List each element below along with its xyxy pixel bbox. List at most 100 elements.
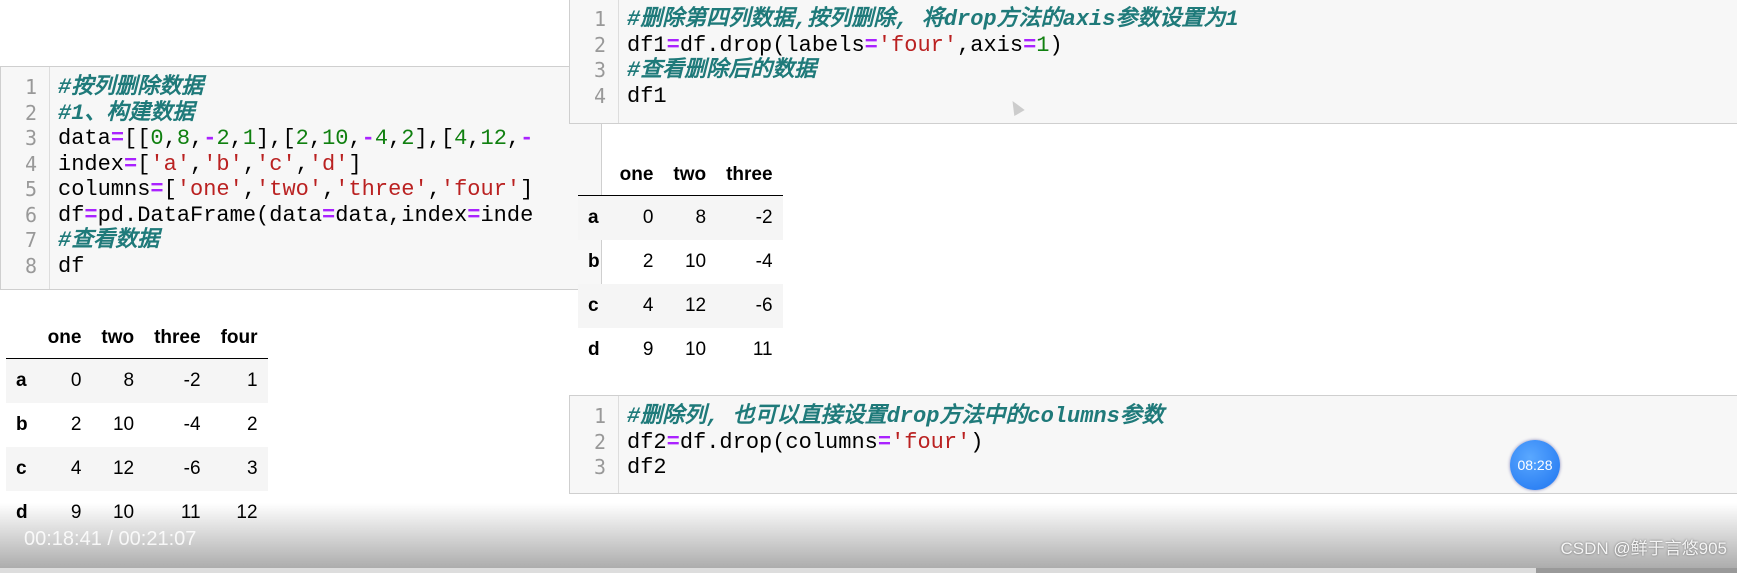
code-token: , [163, 126, 177, 151]
code-editor[interactable]: #删除第四列数据,按列删除, 将drop方法的axis参数设置为1 df1 =df.… [619, 0, 1737, 123]
code-cell-drop-columns[interactable]: 1 2 3 #删除列, 也可以直接设置drop方法中的columns参数 df2=df.… [569, 395, 1737, 494]
row-index: d [588, 339, 600, 360]
table-row: a 0 8 -2 [578, 195, 783, 240]
code-token: ],[ [414, 126, 455, 151]
clock-badge[interactable]: 08:28 [1510, 440, 1560, 490]
table-cell: 10 [684, 339, 707, 360]
table-cell: 0 [642, 207, 654, 228]
code-token: = [666, 429, 680, 455]
table-cell: -2 [183, 370, 201, 391]
line-number: 1 [24, 75, 37, 99]
code-token: , [242, 177, 257, 202]
code-token: 10 [322, 126, 349, 151]
table-cell: 11 [752, 339, 773, 360]
code-token: = [124, 151, 138, 177]
code-token: , [322, 177, 336, 202]
code-line: #1、构建数据 [58, 101, 601, 127]
line-numbers: 12345678 [1, 67, 50, 289]
code-token: 4 [374, 126, 389, 151]
code-token: , [467, 126, 481, 151]
line-numbers: 123 [570, 396, 619, 493]
video-progress-fill [0, 568, 1536, 573]
code-token: 'd' [308, 151, 349, 177]
code-token: = [877, 429, 892, 455]
code-token: df2 [627, 455, 667, 480]
code-token: 'one' [176, 177, 243, 202]
line-number: 3 [593, 58, 606, 82]
code-token: 2 [295, 126, 309, 151]
code-cell-drop-labels[interactable]: 1 2 3 4 #删除第四列数据,按列删除, 将drop方法的axis参数设置为1 df1… [569, 0, 1737, 124]
code-token: 'three' [335, 177, 428, 202]
line-number: 3 [593, 455, 606, 479]
table-cell: -6 [183, 458, 201, 479]
line-number: 5 [24, 177, 37, 201]
column-header: one [47, 327, 82, 348]
header-row: one two three [578, 155, 783, 196]
code-token: , [190, 151, 204, 177]
code-token: [ [163, 177, 177, 202]
index-header [6, 318, 38, 359]
table-cell: 2 [246, 414, 258, 435]
code-token: df.drop(labels [679, 32, 865, 58]
table-cell: 0 [70, 370, 82, 391]
code-token: 'two' [256, 177, 323, 202]
code-line: #按列删除数据 [58, 75, 601, 101]
code-token: 'four' [891, 429, 971, 455]
code-token: #1、构建数据 [58, 100, 195, 126]
code-token: 'a' [150, 151, 191, 177]
code-token: 0 [150, 126, 164, 151]
code-line: df [58, 254, 601, 280]
code-token: , [190, 126, 204, 151]
code-token: data,index [335, 202, 468, 228]
code-token: [ [137, 151, 151, 177]
row-index: a [588, 207, 599, 228]
code-token: ,axis [957, 32, 1024, 58]
table-cell: 2 [642, 251, 654, 272]
code-token: , [295, 151, 309, 177]
code-line: #查看数据 [58, 228, 601, 254]
row-index: c [16, 458, 27, 479]
code-line: df2=df.drop(columns='four') [627, 430, 1737, 456]
line-number: 4 [24, 151, 37, 176]
code-token: = [322, 202, 336, 228]
header-row: one two three four [6, 318, 268, 359]
code-editor[interactable]: #删除列, 也可以直接设置drop方法中的columns参数 df2=df.dro… [619, 396, 1737, 493]
table-row: a 0 8 -2 1 [6, 358, 268, 403]
code-token: 2 [401, 126, 415, 151]
table-cell: 4 [642, 295, 654, 316]
code-token: ] [348, 151, 362, 177]
table-row: d 9 10 11 [578, 328, 783, 372]
line-number: 7 [24, 228, 37, 252]
code-token: = [864, 32, 878, 58]
line-number: 4 [593, 83, 606, 108]
code-token: #按列删除数据 [58, 75, 204, 100]
dataframe-output-df1: one two three a 0 8 -2 b 2 10 -4 c 4 12 -6 d 9 10 11 [578, 155, 783, 372]
code-token: #删除第四列数据,按列删除, 将drop方法的axis参数设置为1 [627, 7, 1239, 32]
code-cell-build-data[interactable]: 1 2 3 4 5 6 7 8 #按列删除数据 #1、构建数据 data=[[0,8,-2,1],[… [0, 66, 602, 290]
code-token: index [58, 151, 125, 177]
column-header: two [673, 164, 707, 185]
code-token: = [150, 177, 164, 202]
code-token: df1 [627, 83, 667, 109]
watermark: CSDN @鲜于言悠905 [1560, 539, 1727, 558]
code-token: 'c' [256, 151, 296, 177]
column-header: one [619, 164, 654, 185]
table-row: b 2 10 -4 [578, 240, 783, 284]
code-token: 8 [176, 126, 191, 151]
code-token: = [666, 32, 680, 58]
code-token: 1 [1036, 32, 1050, 58]
line-number: 2 [593, 429, 606, 454]
code-editor[interactable]: #按列删除数据 #1、构建数据 data=[[0,8,-2,1],[2,10,-4,… [50, 67, 601, 289]
code-line: #删除第四列数据,按列删除, 将drop方法的axis参数设置为1 [627, 7, 1737, 33]
line-numbers: 1234 [570, 0, 619, 123]
table-cell: 3 [246, 458, 258, 479]
code-token: 4 [454, 126, 468, 151]
table-cell: 9 [642, 339, 654, 360]
video-progress-bar[interactable] [0, 568, 1737, 573]
code-token: df.drop(columns [679, 429, 878, 455]
code-token: columns [58, 177, 151, 202]
table-cell: 4 [70, 458, 82, 479]
line-number: 6 [24, 202, 37, 227]
code-token: 'b' [203, 151, 243, 177]
code-token: [[ [124, 126, 151, 151]
